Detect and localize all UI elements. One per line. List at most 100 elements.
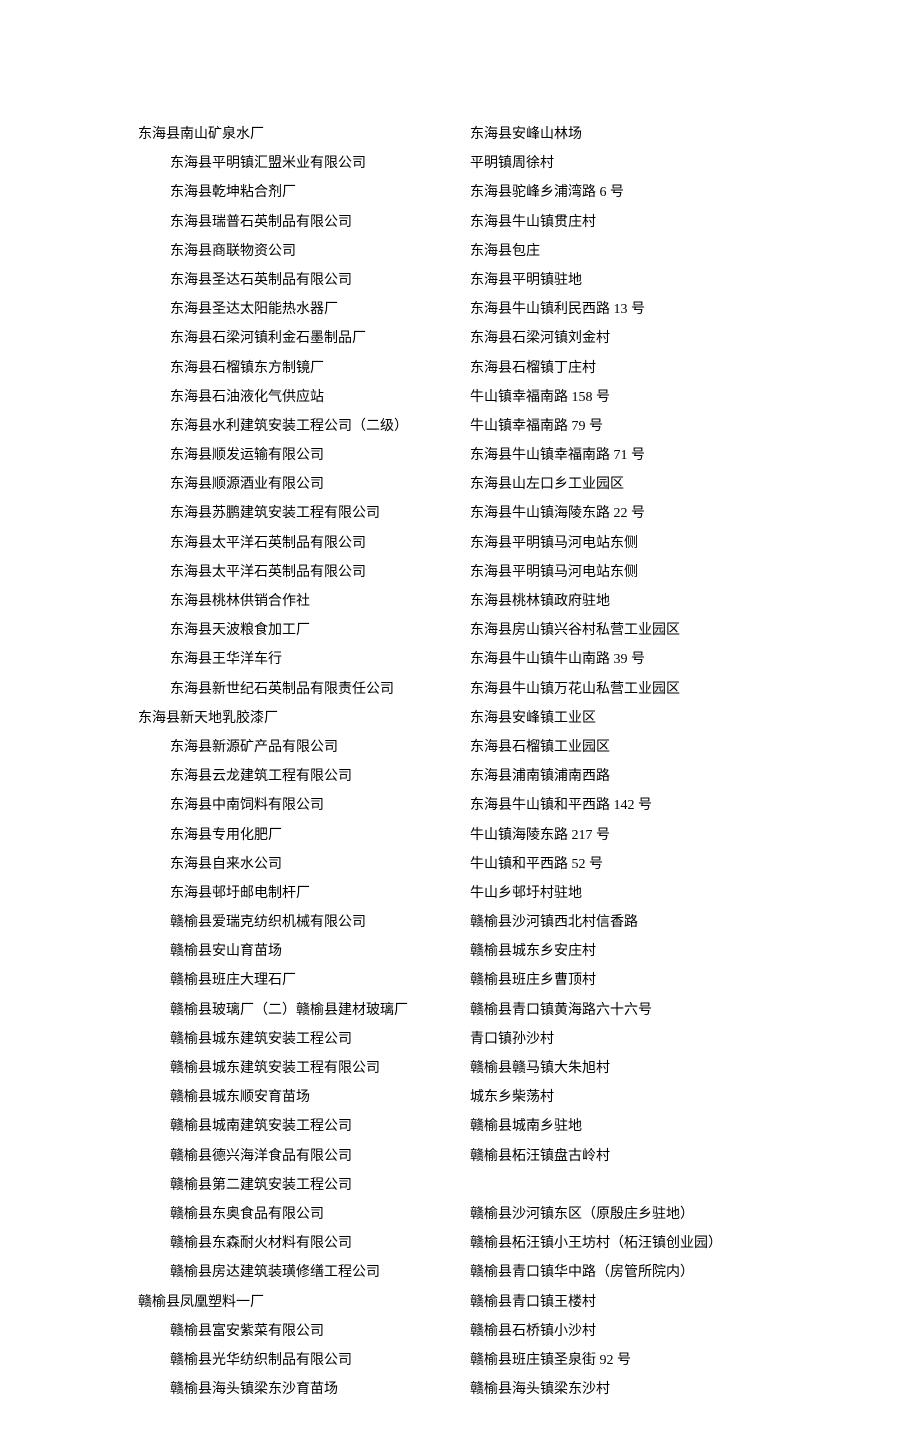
address-cell: 赣榆县班庄乡曹顶村 [460,966,880,995]
company-name-cell: 赣榆县安山育苗场 [40,937,460,966]
table-row: 东海县太平洋石英制品有限公司东海县平明镇马河电站东侧 [40,558,880,587]
table-row: 东海县商联物资公司东海县包庄 [40,237,880,266]
table-row: 赣榆县城南建筑安装工程公司赣榆县城南乡驻地 [40,1112,880,1141]
company-name-cell: 赣榆县房达建筑装璜修缮工程公司 [40,1258,460,1287]
address-cell: 牛山镇幸福南路 158 号 [460,383,880,412]
address-cell: 赣榆县柘汪镇小王坊村（柘汪镇创业园） [460,1229,880,1258]
company-name-cell: 东海县平明镇汇盟米业有限公司 [40,149,460,178]
company-name-cell: 赣榆县爱瑞克纺织机械有限公司 [40,908,460,937]
table-row: 赣榆县爱瑞克纺织机械有限公司赣榆县沙河镇西北村信香路 [40,908,880,937]
company-name-cell: 赣榆县东奥食品有限公司 [40,1200,460,1229]
table-row: 赣榆县海头镇梁东沙育苗场赣榆县海头镇梁东沙村 [40,1375,880,1404]
address-cell: 东海县石榴镇工业园区 [460,733,880,762]
company-name-cell: 东海县瑞普石英制品有限公司 [40,208,460,237]
table-row: 赣榆县凤凰塑料一厂赣榆县青口镇王楼村 [40,1288,880,1317]
address-cell: 赣榆县石桥镇小沙村 [460,1317,880,1346]
address-cell: 东海县驼峰乡浦湾路 6 号 [460,178,880,207]
table-row: 东海县自来水公司牛山镇和平西路 52 号 [40,850,880,879]
company-name-cell: 东海县专用化肥厂 [40,821,460,850]
table-row: 东海县石榴镇东方制镜厂东海县石榴镇丁庄村 [40,354,880,383]
table-row: 东海县苏鹏建筑安装工程有限公司东海县牛山镇海陵东路 22 号 [40,499,880,528]
table-row: 赣榆县德兴海洋食品有限公司赣榆县柘汪镇盘古岭村 [40,1142,880,1171]
company-name-cell: 东海县乾坤粘合剂厂 [40,178,460,207]
table-row: 东海县乾坤粘合剂厂东海县驼峰乡浦湾路 6 号 [40,178,880,207]
company-name-cell: 赣榆县富安紫菜有限公司 [40,1317,460,1346]
table-row: 赣榆县班庄大理石厂赣榆县班庄乡曹顶村 [40,966,880,995]
company-name-cell: 东海县桃林供销合作社 [40,587,460,616]
address-cell: 东海县牛山镇牛山南路 39 号 [460,645,880,674]
table-row: 东海县新源矿产品有限公司东海县石榴镇工业园区 [40,733,880,762]
company-name-cell: 东海县顺源酒业有限公司 [40,470,460,499]
company-name-cell: 东海县王华洋车行 [40,645,460,674]
address-cell: 赣榆县青口镇华中路（房管所院内） [460,1258,880,1287]
address-cell: 赣榆县海头镇梁东沙村 [460,1375,880,1404]
company-name-cell: 赣榆县凤凰塑料一厂 [40,1288,460,1317]
company-name-cell: 赣榆县城东建筑安装工程公司 [40,1025,460,1054]
table-row: 赣榆县城东建筑安装工程公司青口镇孙沙村 [40,1025,880,1054]
address-cell: 牛山镇和平西路 52 号 [460,850,880,879]
address-cell: 东海县山左口乡工业园区 [460,470,880,499]
address-cell [460,1171,880,1200]
company-name-cell: 东海县邨圩邮电制杆厂 [40,879,460,908]
company-name-cell: 东海县中南饲料有限公司 [40,791,460,820]
address-cell: 赣榆县沙河镇东区（原殷庄乡驻地） [460,1200,880,1229]
table-row: 东海县新天地乳胶漆厂东海县安峰镇工业区 [40,704,880,733]
table-row: 赣榆县东奥食品有限公司赣榆县沙河镇东区（原殷庄乡驻地） [40,1200,880,1229]
address-cell: 赣榆县城南乡驻地 [460,1112,880,1141]
table-row: 赣榆县玻璃厂（二）赣榆县建材玻璃厂赣榆县青口镇黄海路六十六号 [40,996,880,1025]
company-name-cell: 赣榆县第二建筑安装工程公司 [40,1171,460,1200]
address-cell: 东海县房山镇兴谷村私营工业园区 [460,616,880,645]
address-cell: 东海县牛山镇万花山私营工业园区 [460,675,880,704]
table-row: 东海县圣达石英制品有限公司东海县平明镇驻地 [40,266,880,295]
address-cell: 东海县安峰镇工业区 [460,704,880,733]
table-row: 东海县新世纪石英制品有限责任公司东海县牛山镇万花山私营工业园区 [40,675,880,704]
address-cell: 东海县牛山镇幸福南路 71 号 [460,441,880,470]
address-cell: 城东乡柴荡村 [460,1083,880,1112]
company-name-cell: 东海县自来水公司 [40,850,460,879]
company-name-cell: 东海县圣达石英制品有限公司 [40,266,460,295]
company-name-cell: 赣榆县城南建筑安装工程公司 [40,1112,460,1141]
company-name-cell: 东海县商联物资公司 [40,237,460,266]
company-name-cell: 东海县太平洋石英制品有限公司 [40,558,460,587]
table-row: 赣榆县城东建筑安装工程有限公司赣榆县赣马镇大朱旭村 [40,1054,880,1083]
company-name-cell: 东海县云龙建筑工程有限公司 [40,762,460,791]
table-row: 东海县瑞普石英制品有限公司东海县牛山镇贯庄村 [40,208,880,237]
address-cell: 青口镇孙沙村 [460,1025,880,1054]
address-cell: 东海县牛山镇利民西路 13 号 [460,295,880,324]
company-name-cell: 东海县太平洋石英制品有限公司 [40,529,460,558]
table-row: 赣榆县城东顺安育苗场城东乡柴荡村 [40,1083,880,1112]
table-row: 东海县邨圩邮电制杆厂牛山乡邨圩村驻地 [40,879,880,908]
table-row: 赣榆县东森耐火材料有限公司赣榆县柘汪镇小王坊村（柘汪镇创业园） [40,1229,880,1258]
company-name-cell: 赣榆县城东建筑安装工程有限公司 [40,1054,460,1083]
company-name-cell: 赣榆县玻璃厂（二）赣榆县建材玻璃厂 [40,996,460,1025]
table-row: 东海县顺发运输有限公司东海县牛山镇幸福南路 71 号 [40,441,880,470]
address-cell: 东海县牛山镇和平西路 142 号 [460,791,880,820]
company-name-cell: 东海县苏鹏建筑安装工程有限公司 [40,499,460,528]
address-cell: 东海县平明镇驻地 [460,266,880,295]
address-cell: 东海县平明镇马河电站东侧 [460,558,880,587]
company-name-cell: 东海县石榴镇东方制镜厂 [40,354,460,383]
address-cell: 赣榆县柘汪镇盘古岭村 [460,1142,880,1171]
table-row: 赣榆县富安紫菜有限公司赣榆县石桥镇小沙村 [40,1317,880,1346]
address-cell: 牛山镇海陵东路 217 号 [460,821,880,850]
company-name-cell: 赣榆县光华纺织制品有限公司 [40,1346,460,1375]
address-cell: 东海县桃林镇政府驻地 [460,587,880,616]
address-cell: 东海县安峰山林场 [460,120,880,149]
table-row: 东海县平明镇汇盟米业有限公司平明镇周徐村 [40,149,880,178]
address-cell: 东海县石榴镇丁庄村 [460,354,880,383]
table-row: 东海县王华洋车行东海县牛山镇牛山南路 39 号 [40,645,880,674]
address-cell: 赣榆县赣马镇大朱旭村 [460,1054,880,1083]
company-name-cell: 赣榆县班庄大理石厂 [40,966,460,995]
company-name-cell: 东海县圣达太阳能热水器厂 [40,295,460,324]
address-cell: 赣榆县沙河镇西北村信香路 [460,908,880,937]
table-row: 东海县圣达太阳能热水器厂东海县牛山镇利民西路 13 号 [40,295,880,324]
address-cell: 牛山镇幸福南路 79 号 [460,412,880,441]
company-name-cell: 赣榆县海头镇梁东沙育苗场 [40,1375,460,1404]
table-row: 东海县太平洋石英制品有限公司东海县平明镇马河电站东侧 [40,529,880,558]
company-name-cell: 东海县天波粮食加工厂 [40,616,460,645]
address-cell: 东海县浦南镇浦南西路 [460,762,880,791]
address-cell: 东海县石梁河镇刘金村 [460,324,880,353]
table-row: 赣榆县房达建筑装璜修缮工程公司赣榆县青口镇华中路（房管所院内） [40,1258,880,1287]
company-name-cell: 东海县新天地乳胶漆厂 [40,704,460,733]
table-row: 东海县云龙建筑工程有限公司东海县浦南镇浦南西路 [40,762,880,791]
